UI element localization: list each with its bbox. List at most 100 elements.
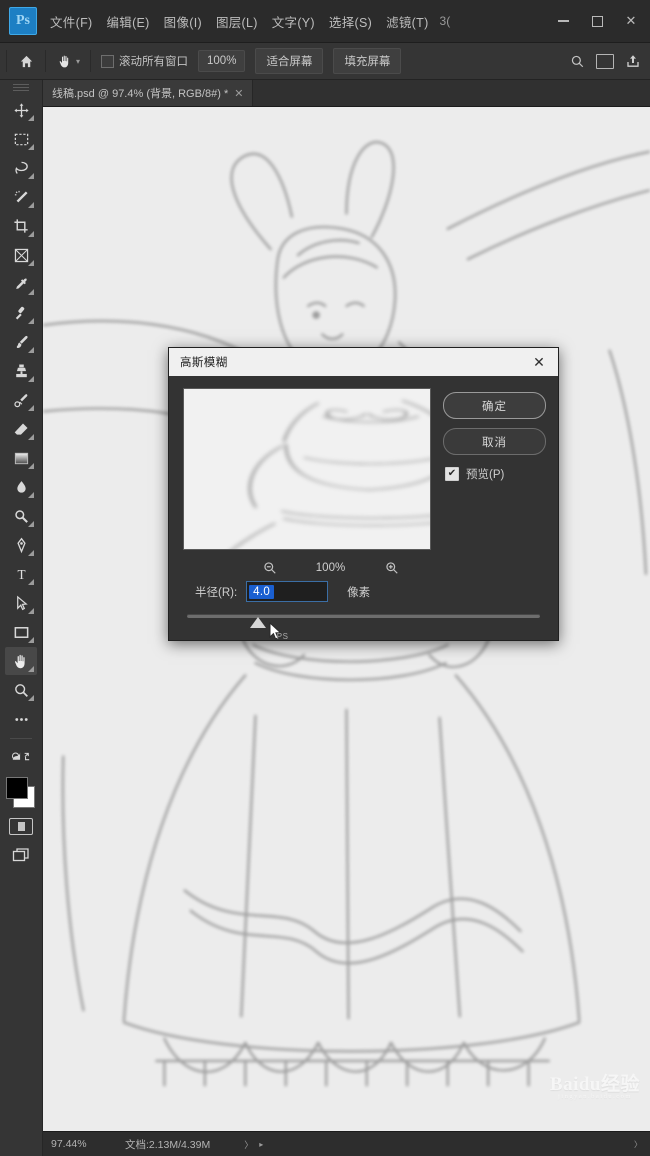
screen-mode-icon[interactable] [5, 841, 37, 869]
status-bar: 97.44% 文档:2.13M/4.39M 〉 ▸ 〉 [43, 1131, 650, 1156]
spot-healing-brush-tool[interactable] [5, 299, 37, 327]
minimize-icon [557, 20, 569, 22]
brush-tool[interactable] [5, 328, 37, 356]
dialog-title: 高斯模糊 [180, 357, 228, 369]
quick-mask-inner [17, 821, 25, 831]
minimize-button[interactable] [546, 4, 580, 38]
close-icon[interactable]: ✕ [234, 87, 243, 100]
status-right-caret-icon[interactable]: 〉 [634, 1139, 650, 1150]
close-button[interactable]: ✕ [614, 4, 648, 38]
checkbox-box [101, 54, 115, 68]
svg-text:T: T [17, 567, 25, 582]
scroll-all-windows-checkbox[interactable]: 滚动所有窗口 [101, 53, 188, 69]
radius-label: 半径(R): [195, 586, 238, 599]
menu-layer[interactable]: 图层(L) [209, 8, 265, 35]
options-divider-3 [90, 50, 92, 72]
ok-button[interactable]: 确定 [443, 392, 546, 419]
hand-tool-icon[interactable] [52, 48, 78, 74]
dodge-tool[interactable] [5, 502, 37, 530]
options-bar: ▾ 滚动所有窗口 100% 适合屏幕 填充屏幕 [0, 43, 650, 80]
menu-type[interactable]: 文字(Y) [265, 8, 322, 35]
cancel-button[interactable]: 取消 [443, 428, 546, 455]
radius-input[interactable]: 4.0 [246, 581, 329, 602]
arrange-glyph [596, 53, 614, 69]
horizontal-type-tool[interactable]: T [5, 560, 37, 588]
status-caret-icon[interactable]: ▸ [259, 1140, 263, 1149]
edit-toolbar-more-icon[interactable] [5, 705, 37, 733]
color-swatches[interactable] [5, 776, 37, 810]
tools-panel: T [0, 80, 43, 1156]
document-tab-strip: 线稿.psd @ 97.4% (背景, RGB/8#) * ✕ [43, 80, 650, 107]
photoshop-window: Ps 文件(F) 编辑(E) 图像(I) 图层(L) 文字(Y) 选择(S) 滤… [0, 0, 650, 1156]
crop-tool[interactable] [5, 212, 37, 240]
toolbar-separator [10, 738, 32, 739]
options-right-group [564, 48, 650, 74]
maximize-button[interactable] [580, 4, 614, 38]
document-tab-title: 线稿.psd @ 97.4% (背景, RGB/8#) * [52, 88, 229, 100]
preview-artwork [231, 400, 430, 549]
radius-unit: 像素 [347, 586, 371, 599]
default-colors-icon[interactable] [5, 743, 37, 771]
preview-zoom-value: 100% [315, 562, 346, 574]
path-selection-tool[interactable] [5, 589, 37, 617]
radius-row: 半径(R): 4.0 像素 [169, 577, 558, 602]
cursor-hint: PS [276, 632, 289, 641]
dialog-controls: 确定 取消 ✔ 预览(P) [443, 388, 546, 550]
close-icon[interactable]: ✕ [526, 351, 552, 373]
search-icon[interactable] [564, 48, 590, 74]
toolbar-grip[interactable] [13, 84, 29, 93]
status-document-size[interactable]: 文档:2.13M/4.39M [125, 1137, 210, 1152]
dialog-body: 确定 取消 ✔ 预览(P) [169, 376, 558, 556]
clone-stamp-tool[interactable] [5, 357, 37, 385]
radius-slider[interactable]: PS [169, 602, 558, 641]
move-tool[interactable] [5, 96, 37, 124]
zoom-in-icon[interactable] [385, 561, 399, 575]
tool-preset-caret-icon[interactable]: ▾ [76, 57, 80, 66]
menu-file[interactable]: 文件(F) [43, 8, 99, 35]
preview-checkbox[interactable]: ✔ 预览(P) [443, 466, 546, 482]
fill-screen-button[interactable]: 填充屏幕 [333, 48, 402, 74]
document-tab[interactable]: 线稿.psd @ 97.4% (背景, RGB/8#) * ✕ [43, 80, 254, 106]
slider-track[interactable] [187, 614, 540, 628]
zoom-level-button[interactable]: 100% [198, 50, 246, 72]
preview-label: 预览(P) [466, 469, 505, 481]
menu-filter[interactable]: 滤镜(T) [379, 8, 435, 35]
rectangular-marquee-tool[interactable] [5, 125, 37, 153]
share-icon[interactable] [620, 48, 646, 74]
rectangle-tool[interactable] [5, 618, 37, 646]
checkbox-check-icon: ✔ [445, 467, 459, 481]
status-arrow-icon: 〉 [244, 1139, 254, 1150]
lasso-tool[interactable] [5, 154, 37, 182]
options-divider [6, 50, 7, 72]
foreground-color-swatch[interactable] [6, 777, 28, 799]
menu-edit[interactable]: 编辑(E) [99, 8, 156, 35]
options-divider-2 [45, 50, 46, 72]
hand-tool[interactable] [5, 647, 37, 675]
status-zoom[interactable]: 97.44% [43, 1138, 125, 1150]
menu-select[interactable]: 选择(S) [322, 8, 379, 35]
quick-mask-glyph [9, 817, 33, 835]
blur-tool[interactable] [5, 473, 37, 501]
history-brush-tool[interactable] [5, 386, 37, 414]
home-icon[interactable] [13, 48, 39, 74]
slider-thumb[interactable] [249, 617, 266, 628]
frame-tool[interactable] [5, 241, 37, 269]
menu-overflow[interactable]: 3( [436, 10, 455, 32]
window-controls: ✕ [546, 0, 648, 42]
gaussian-blur-dialog: 高斯模糊 ✕ 确定 取消 ✔ 预览(P) 100% 半径(R): 4.0 像素 … [168, 347, 559, 641]
dialog-title-bar[interactable]: 高斯模糊 ✕ [169, 348, 558, 376]
eyedropper-tool[interactable] [5, 270, 37, 298]
maximize-icon [591, 15, 603, 27]
pen-tool[interactable] [5, 531, 37, 559]
quick-mask-icon[interactable] [5, 812, 37, 840]
eraser-tool[interactable] [5, 415, 37, 443]
gradient-tool[interactable] [5, 444, 37, 472]
menu-image[interactable]: 图像(I) [157, 8, 209, 35]
arrange-documents-icon[interactable] [592, 48, 618, 74]
magic-wand-tool[interactable] [5, 183, 37, 211]
preview-zoom-row: 100% [103, 556, 558, 577]
fit-screen-button[interactable]: 适合屏幕 [255, 48, 324, 74]
zoom-tool[interactable] [5, 676, 37, 704]
blur-preview[interactable] [183, 388, 431, 550]
zoom-out-icon[interactable] [263, 561, 277, 575]
